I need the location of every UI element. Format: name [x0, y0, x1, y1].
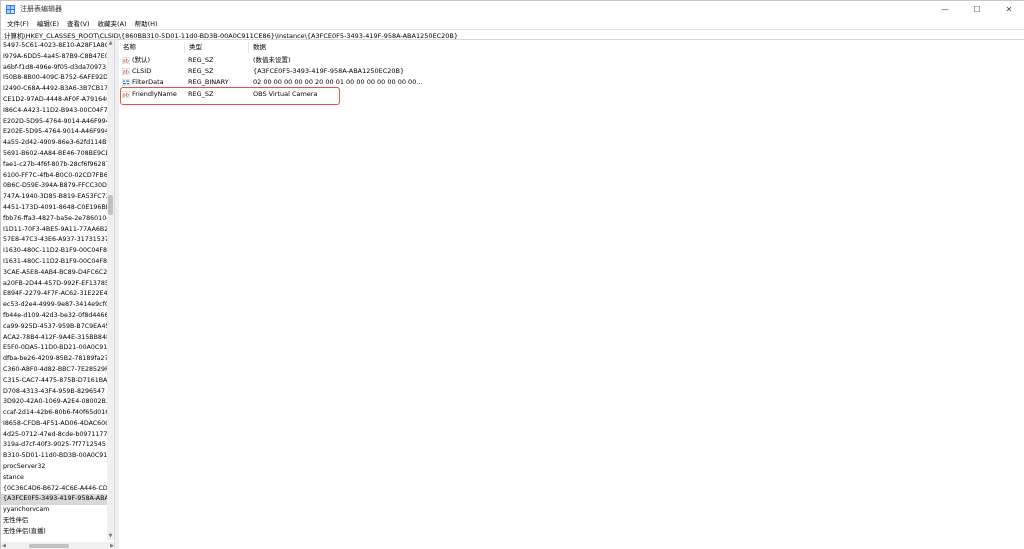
value-type-cell: REG_SZ	[188, 56, 214, 64]
close-button[interactable]: ✕	[993, 1, 1024, 17]
tree-item[interactable]: ec53-d2e4-4999-9e87-3414e9cf0f	[1, 300, 108, 311]
value-type-cell: REG_SZ	[188, 67, 214, 75]
tree-item[interactable]: ACA2-78B4-412F-9A4E-315BB848	[1, 333, 108, 344]
tree-item[interactable]: stance	[1, 473, 108, 484]
highlight-annotation-box	[120, 87, 340, 105]
tree-item[interactable]: 0B6C-D59E-394A-B879-FFCC30DD	[1, 181, 108, 192]
tree-item[interactable]: fb44e-d109-42d3-be32-0f8d4466	[1, 311, 108, 322]
tree-item[interactable]: {A3FCE0F5-3493-419F-958A-ABA1	[1, 494, 108, 506]
column-header-type[interactable]: 类型	[185, 42, 249, 53]
menu-bar: 文件(F) 编辑(E) 查看(V) 收藏夹(A) 帮助(H)	[1, 17, 1024, 29]
tree-item[interactable]: a20FB-2D44-457D-992F-EF13785D	[1, 279, 108, 290]
tree-item[interactable]: fae1-c27b-4f6f-807b-28cf6f96287	[1, 160, 108, 171]
key-tree-pane[interactable]: 5497-5C61-4023-8E10-A28F1A8C06 I979A-6DD5…	[1, 40, 115, 549]
value-data-cell: {A3FCE0F5-3493-419F-958A-ABA1250EC20B}	[253, 67, 405, 75]
tree-item[interactable]: E894F-2279-4F7F-AC62-31E22E4D	[1, 289, 108, 300]
tree-item[interactable]: I979A-6DD5-4a45-87B9-C8B47E06	[1, 52, 108, 63]
tree-vertical-scrollbar[interactable]: ▲ ▼	[107, 40, 114, 540]
title-bar: 注册表编辑器 — ☐ ✕	[1, 1, 1024, 17]
tree-item[interactable]: 6100-FF7C-4fb4-B0C0-02CD7FB6	[1, 171, 108, 182]
tree-item[interactable]: 无性伴侣	[1, 516, 108, 527]
string-value-icon: ab	[121, 67, 131, 75]
tree-item[interactable]: 无性伴侣(直播)	[1, 527, 108, 538]
tree-horizontal-scrollbar[interactable]: ◀ ▶	[1, 542, 114, 549]
tree-hscroll-thumb[interactable]	[29, 544, 69, 548]
value-data-cell: (数值未设置)	[253, 56, 291, 64]
tree-item[interactable]: 4a55-2d42-4909-86e3-62fd114B3	[1, 138, 108, 149]
scroll-up-arrow-icon[interactable]: ▲	[107, 40, 114, 47]
tree-item[interactable]: C360-A8F0-4d82-BBC7-7E28529F	[1, 365, 108, 376]
tree-item[interactable]: E202E-5D95-4764-9014-A46F994C	[1, 127, 108, 138]
scroll-right-arrow-icon[interactable]: ▶	[110, 542, 114, 549]
tree-item[interactable]: 57E8-47C3-43E6-A937-31731537	[1, 235, 108, 246]
tree-item[interactable]: 747A-1940-3D85-B819-EA53FC73	[1, 192, 108, 203]
menu-edit[interactable]: 编辑(E)	[34, 18, 62, 28]
tree-item[interactable]: I1631-480C-11D2-B1F9-00C04F86	[1, 257, 108, 268]
value-name-cell: ab (默认)	[121, 56, 151, 64]
key-tree-list: 5497-5C61-4023-8E10-A28F1A8C06 I979A-6DD5…	[1, 41, 108, 538]
window-title: 注册表编辑器	[20, 5, 62, 13]
maximize-button[interactable]: ☐	[961, 1, 993, 17]
menu-favorites[interactable]: 收藏夹(A)	[95, 18, 130, 28]
tree-item[interactable]: E5F0-0DA5-11D0-BD21-00A0C911	[1, 343, 108, 354]
tree-item[interactable]: 4d25-0712-47ed-8cde-b0971177	[1, 430, 108, 441]
tree-item[interactable]: CE1D2-97AD-4448-AF0F-A7916407	[1, 95, 108, 106]
menu-view[interactable]: 查看(V)	[64, 18, 93, 28]
tree-item[interactable]: 4451-173D-4091-8648-C0E196BB	[1, 203, 108, 214]
tree-item[interactable]: 5691-B602-4A84-BE46-708BE9CD	[1, 149, 108, 160]
regedit-app-icon	[6, 4, 15, 14]
menu-help[interactable]: 帮助(H)	[132, 18, 161, 28]
column-header-name[interactable]: 名称	[119, 42, 185, 53]
tree-item[interactable]: B310-5D01-11d0-BD3B-00A0C91	[1, 451, 108, 462]
tree-item[interactable]: C315-CAC7-4475-875B-D7161BA7	[1, 376, 108, 387]
tree-item[interactable]: I50B8-8B00-409C-B752-6AFE92D9	[1, 73, 108, 84]
tree-item[interactable]: I2490-C68A-4492-B3A6-3B7CB17F	[1, 84, 108, 95]
tree-item[interactable]: 319a-d7cf-40f3-9025-7f7712545	[1, 440, 108, 451]
value-name-cell: ab CLSID	[121, 67, 152, 75]
column-header-data[interactable]: 数据	[249, 42, 449, 53]
tree-item[interactable]: ca99-925D-4537-959B-B7C9EA45	[1, 322, 108, 333]
tree-scroll-thumb[interactable]	[108, 195, 113, 215]
binary-value-icon	[121, 78, 131, 86]
tree-item[interactable]: dfba-be26-4209-85B2-78189fa27	[1, 354, 108, 365]
address-path[interactable]: 计算机\HKEY_CLASSES_ROOT\CLSID\{860BB310-5D…	[4, 30, 458, 40]
scroll-down-arrow-icon[interactable]: ▼	[107, 533, 114, 540]
minimize-button[interactable]: —	[929, 1, 961, 17]
tree-item[interactable]: I86C4-A423-11D2-B943-00C04F79	[1, 106, 108, 117]
string-value-icon: ab	[121, 56, 131, 64]
tree-item[interactable]: 3D920-42A0-1069-A2E4-08002B3C	[1, 397, 108, 408]
menu-file[interactable]: 文件(F)	[4, 18, 32, 28]
tree-item[interactable]: 5497-5C61-4023-8E10-A28F1A8C06	[1, 41, 108, 52]
tree-item[interactable]: ccaf-2d14-42b6-80b6-f40f65d016	[1, 408, 108, 419]
tree-item[interactable]: procServer32	[1, 462, 108, 473]
tree-item[interactable]: a6bf-f1d8-496e-9f05-d3da70973	[1, 63, 108, 74]
scroll-left-arrow-icon[interactable]: ◀	[2, 542, 6, 549]
tree-item[interactable]: E202D-5D95-4764-9014-A46F994C	[1, 117, 108, 128]
values-pane[interactable]: 名称 类型 数据 ab (默认) REG_SZ (数值未设置) ab CLSID…	[119, 40, 1024, 549]
tree-item[interactable]: yyanchorvcam	[1, 505, 108, 516]
tree-item[interactable]: {0C36C4D6-B672-4C6E-A446-CDE	[1, 484, 108, 495]
value-row[interactable]: ab CLSID REG_SZ {A3FCE0F5-3493-419F-958A…	[119, 66, 1024, 77]
tree-item[interactable]: I1630-480C-11D2-B1F9-00C04F86	[1, 246, 108, 257]
address-bar[interactable]: 计算机\HKEY_CLASSES_ROOT\CLSID\{860BB310-5D…	[1, 29, 1024, 40]
tree-item[interactable]: D708-4313-43F4-959B-8296547	[1, 387, 108, 398]
tree-item[interactable]: I8658-CFDB-4F51-AD06-4DAC60C	[1, 419, 108, 430]
tree-item[interactable]: fbb76-ffa3-4827-ba5e-2e78601044	[1, 214, 108, 225]
value-row[interactable]: ab (默认) REG_SZ (数值未设置)	[119, 55, 1024, 66]
svg-text:ab: ab	[123, 58, 129, 63]
registry-editor-window: 注册表编辑器 — ☐ ✕ 文件(F) 编辑(E) 查看(V) 收藏夹(A) 帮助…	[0, 0, 1024, 549]
tree-item[interactable]: I1D11-70F3-4BE5-9A11-77AA6B2E	[1, 225, 108, 236]
tree-item[interactable]: 3CAE-A5E8-4AB4-BC89-D4FC6C2	[1, 268, 108, 279]
svg-text:ab: ab	[123, 69, 129, 74]
